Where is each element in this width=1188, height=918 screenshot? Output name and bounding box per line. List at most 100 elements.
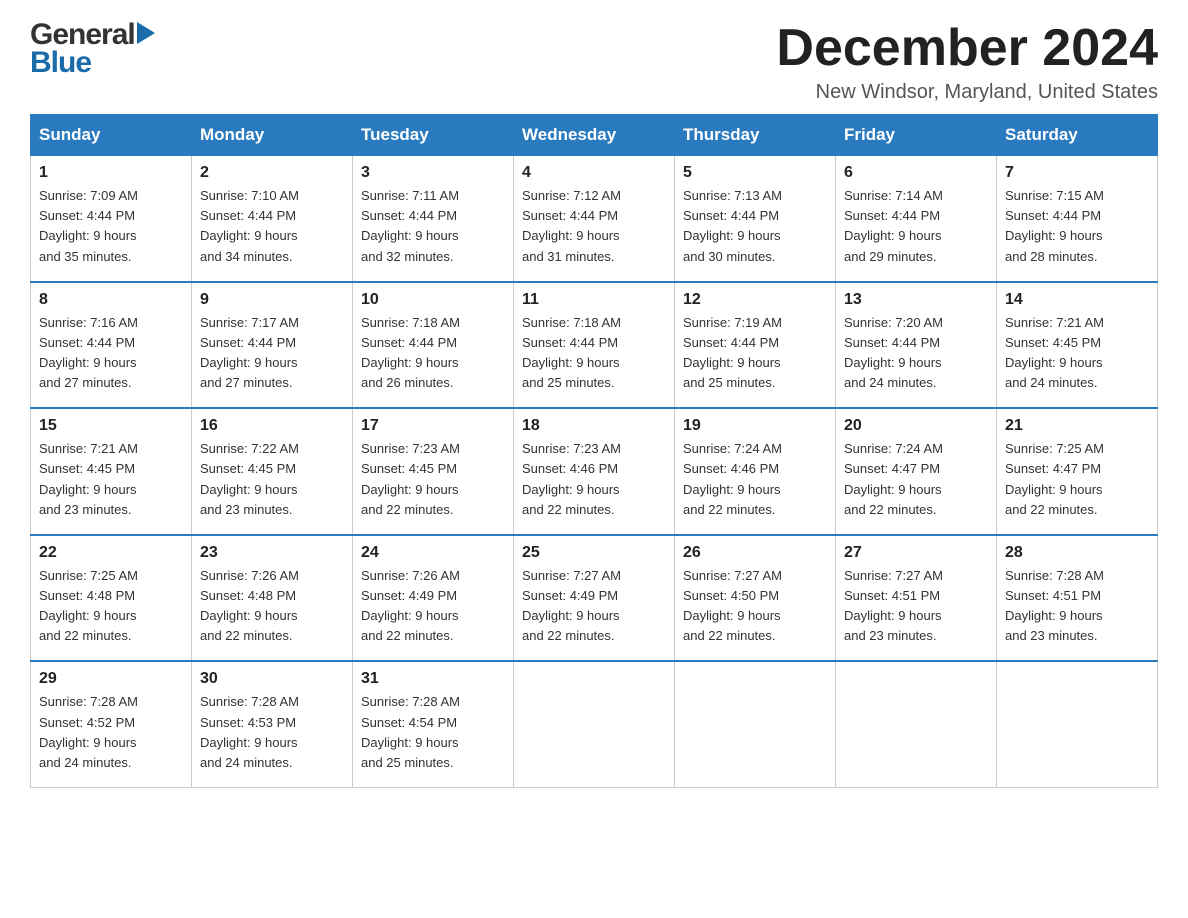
calendar-cell-w4-d6: 27 Sunrise: 7:27 AMSunset: 4:51 PMDayligh… bbox=[836, 535, 997, 662]
calendar-cell-w1-d4: 4Sunrise: 7:12 AMSunset: 4:44 PMDaylight… bbox=[514, 156, 675, 282]
calendar-cell-w3-d2: 16 Sunrise: 7:22 AMSunset: 4:45 PMDayligh… bbox=[192, 408, 353, 535]
day-number: 17 bbox=[361, 417, 505, 435]
calendar-cell-w4-d7: 28 Sunrise: 7:28 AMSunset: 4:51 PMDayligh… bbox=[997, 535, 1158, 662]
day-number: 23 bbox=[200, 544, 344, 562]
calendar-cell-w1-d2: 2 Sunrise: 7:10 AMSunset: 4:44 PMDaylight… bbox=[192, 156, 353, 282]
calendar-week-4: 22 Sunrise: 7:25 AMSunset: 4:48 PMDayligh… bbox=[31, 535, 1158, 662]
day-number: 10 bbox=[361, 291, 505, 309]
day-info: Sunrise: 7:12 AMSunset: 4:44 PMDaylight:… bbox=[522, 186, 666, 267]
day-info: Sunrise: 7:22 AMSunset: 4:45 PMDaylight:… bbox=[200, 439, 344, 520]
calendar-cell-w1-d3: 3 Sunrise: 7:11 AMSunset: 4:44 PMDaylight… bbox=[353, 156, 514, 282]
day-info: Sunrise: 7:21 AMSunset: 4:45 PMDaylight:… bbox=[39, 439, 183, 520]
calendar-cell-w3-d6: 20Sunrise: 7:24 AMSunset: 4:47 PMDayligh… bbox=[836, 408, 997, 535]
day-number: 27 bbox=[844, 544, 988, 562]
calendar-cell-w2-d6: 13Sunrise: 7:20 AMSunset: 4:44 PMDayligh… bbox=[836, 282, 997, 409]
calendar-cell-w4-d1: 22 Sunrise: 7:25 AMSunset: 4:48 PMDayligh… bbox=[31, 535, 192, 662]
day-number: 5 bbox=[683, 164, 827, 182]
calendar-body: 1Sunrise: 7:09 AMSunset: 4:44 PMDaylight… bbox=[31, 156, 1158, 788]
calendar-cell-w3-d1: 15 Sunrise: 7:21 AMSunset: 4:45 PMDayligh… bbox=[31, 408, 192, 535]
calendar-cell-w5-d6 bbox=[836, 661, 997, 787]
calendar-cell-w3-d5: 19 Sunrise: 7:24 AMSunset: 4:46 PMDayligh… bbox=[675, 408, 836, 535]
day-number: 30 bbox=[200, 670, 344, 688]
day-info: Sunrise: 7:18 AMSunset: 4:44 PMDaylight:… bbox=[361, 313, 505, 394]
header-monday: Monday bbox=[192, 115, 353, 156]
day-number: 28 bbox=[1005, 544, 1149, 562]
calendar-cell-w5-d2: 30 Sunrise: 7:28 AMSunset: 4:53 PMDayligh… bbox=[192, 661, 353, 787]
day-info: Sunrise: 7:11 AMSunset: 4:44 PMDaylight:… bbox=[361, 186, 505, 267]
calendar-cell-w3-d7: 21Sunrise: 7:25 AMSunset: 4:47 PMDayligh… bbox=[997, 408, 1158, 535]
day-info: Sunrise: 7:17 AMSunset: 4:44 PMDaylight:… bbox=[200, 313, 344, 394]
day-number: 18 bbox=[522, 417, 666, 435]
day-number: 12 bbox=[683, 291, 827, 309]
calendar-week-3: 15 Sunrise: 7:21 AMSunset: 4:45 PMDayligh… bbox=[31, 408, 1158, 535]
header-thursday: Thursday bbox=[675, 115, 836, 156]
day-number: 22 bbox=[39, 544, 183, 562]
calendar-week-1: 1Sunrise: 7:09 AMSunset: 4:44 PMDaylight… bbox=[31, 156, 1158, 282]
day-number: 16 bbox=[200, 417, 344, 435]
logo-blue-text: Blue bbox=[30, 46, 91, 80]
day-number: 3 bbox=[361, 164, 505, 182]
day-number: 11 bbox=[522, 291, 666, 309]
calendar-cell-w2-d3: 10 Sunrise: 7:18 AMSunset: 4:44 PMDayligh… bbox=[353, 282, 514, 409]
calendar-cell-w1-d1: 1Sunrise: 7:09 AMSunset: 4:44 PMDaylight… bbox=[31, 156, 192, 282]
header-wednesday: Wednesday bbox=[514, 115, 675, 156]
title-block: December 2024 New Windsor, Maryland, Uni… bbox=[776, 20, 1158, 104]
calendar-cell-w5-d1: 29Sunrise: 7:28 AMSunset: 4:52 PMDayligh… bbox=[31, 661, 192, 787]
calendar-cell-w5-d3: 31Sunrise: 7:28 AMSunset: 4:54 PMDayligh… bbox=[353, 661, 514, 787]
day-info: Sunrise: 7:23 AMSunset: 4:45 PMDaylight:… bbox=[361, 439, 505, 520]
day-number: 20 bbox=[844, 417, 988, 435]
day-number: 7 bbox=[1005, 164, 1149, 182]
day-number: 1 bbox=[39, 164, 183, 182]
day-info: Sunrise: 7:21 AMSunset: 4:45 PMDaylight:… bbox=[1005, 313, 1149, 394]
day-info: Sunrise: 7:28 AMSunset: 4:51 PMDaylight:… bbox=[1005, 566, 1149, 647]
calendar-cell-w4-d5: 26 Sunrise: 7:27 AMSunset: 4:50 PMDayligh… bbox=[675, 535, 836, 662]
calendar-cell-w5-d4 bbox=[514, 661, 675, 787]
header-tuesday: Tuesday bbox=[353, 115, 514, 156]
calendar-cell-w4-d3: 24Sunrise: 7:26 AMSunset: 4:49 PMDayligh… bbox=[353, 535, 514, 662]
header-friday: Friday bbox=[836, 115, 997, 156]
calendar-cell-w4-d4: 25Sunrise: 7:27 AMSunset: 4:49 PMDayligh… bbox=[514, 535, 675, 662]
day-number: 25 bbox=[522, 544, 666, 562]
day-info: Sunrise: 7:23 AMSunset: 4:46 PMDaylight:… bbox=[522, 439, 666, 520]
day-info: Sunrise: 7:27 AMSunset: 4:50 PMDaylight:… bbox=[683, 566, 827, 647]
calendar-cell-w2-d1: 8Sunrise: 7:16 AMSunset: 4:44 PMDaylight… bbox=[31, 282, 192, 409]
day-number: 26 bbox=[683, 544, 827, 562]
day-number: 14 bbox=[1005, 291, 1149, 309]
page-header: General Blue December 2024 New Windsor, … bbox=[30, 20, 1158, 104]
header-sunday: Sunday bbox=[31, 115, 192, 156]
calendar-cell-w1-d5: 5 Sunrise: 7:13 AMSunset: 4:44 PMDaylight… bbox=[675, 156, 836, 282]
logo-triangle-icon bbox=[137, 22, 155, 44]
day-info: Sunrise: 7:18 AMSunset: 4:44 PMDaylight:… bbox=[522, 313, 666, 394]
day-info: Sunrise: 7:28 AMSunset: 4:53 PMDaylight:… bbox=[200, 692, 344, 773]
day-info: Sunrise: 7:25 AMSunset: 4:47 PMDaylight:… bbox=[1005, 439, 1149, 520]
day-info: Sunrise: 7:13 AMSunset: 4:44 PMDaylight:… bbox=[683, 186, 827, 267]
calendar-cell-w1-d7: 7Sunrise: 7:15 AMSunset: 4:44 PMDaylight… bbox=[997, 156, 1158, 282]
calendar-cell-w5-d7 bbox=[997, 661, 1158, 787]
calendar-week-5: 29Sunrise: 7:28 AMSunset: 4:52 PMDayligh… bbox=[31, 661, 1158, 787]
day-info: Sunrise: 7:19 AMSunset: 4:44 PMDaylight:… bbox=[683, 313, 827, 394]
day-info: Sunrise: 7:10 AMSunset: 4:44 PMDaylight:… bbox=[200, 186, 344, 267]
location-subtitle: New Windsor, Maryland, United States bbox=[776, 81, 1158, 104]
calendar-table: Sunday Monday Tuesday Wednesday Thursday… bbox=[30, 114, 1158, 788]
day-number: 24 bbox=[361, 544, 505, 562]
day-info: Sunrise: 7:25 AMSunset: 4:48 PMDaylight:… bbox=[39, 566, 183, 647]
logo: General Blue bbox=[30, 20, 155, 80]
day-info: Sunrise: 7:24 AMSunset: 4:46 PMDaylight:… bbox=[683, 439, 827, 520]
day-number: 9 bbox=[200, 291, 344, 309]
calendar-cell-w1-d6: 6Sunrise: 7:14 AMSunset: 4:44 PMDaylight… bbox=[836, 156, 997, 282]
header-saturday: Saturday bbox=[997, 115, 1158, 156]
day-info: Sunrise: 7:28 AMSunset: 4:54 PMDaylight:… bbox=[361, 692, 505, 773]
day-number: 2 bbox=[200, 164, 344, 182]
calendar-cell-w3-d4: 18 Sunrise: 7:23 AMSunset: 4:46 PMDayligh… bbox=[514, 408, 675, 535]
day-info: Sunrise: 7:16 AMSunset: 4:44 PMDaylight:… bbox=[39, 313, 183, 394]
calendar-header-row: Sunday Monday Tuesday Wednesday Thursday… bbox=[31, 115, 1158, 156]
calendar-cell-w2-d4: 11 Sunrise: 7:18 AMSunset: 4:44 PMDayligh… bbox=[514, 282, 675, 409]
day-number: 15 bbox=[39, 417, 183, 435]
day-info: Sunrise: 7:27 AMSunset: 4:51 PMDaylight:… bbox=[844, 566, 988, 647]
calendar-cell-w2-d2: 9 Sunrise: 7:17 AMSunset: 4:44 PMDaylight… bbox=[192, 282, 353, 409]
day-info: Sunrise: 7:26 AMSunset: 4:48 PMDaylight:… bbox=[200, 566, 344, 647]
day-number: 29 bbox=[39, 670, 183, 688]
day-number: 19 bbox=[683, 417, 827, 435]
calendar-cell-w5-d5 bbox=[675, 661, 836, 787]
day-number: 6 bbox=[844, 164, 988, 182]
